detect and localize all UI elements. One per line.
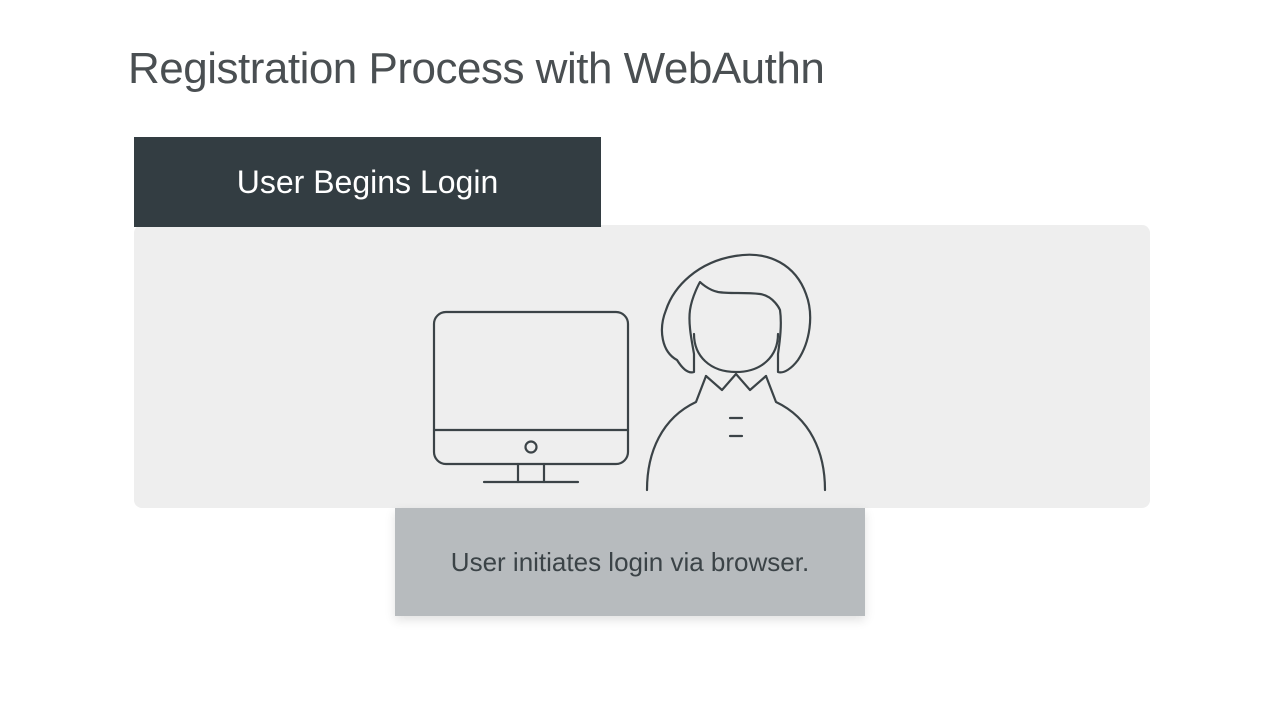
- user-icon: [647, 255, 825, 490]
- step-banner: User Begins Login: [134, 137, 601, 227]
- page-title: Registration Process with WebAuthn: [128, 44, 824, 94]
- monitor-icon: [434, 312, 628, 482]
- step-banner-label: User Begins Login: [237, 164, 498, 201]
- caption-text: User initiates login via browser.: [451, 547, 809, 578]
- caption-box: User initiates login via browser.: [395, 508, 865, 616]
- illustration-svg: [430, 242, 830, 494]
- illustration-group: [430, 242, 830, 494]
